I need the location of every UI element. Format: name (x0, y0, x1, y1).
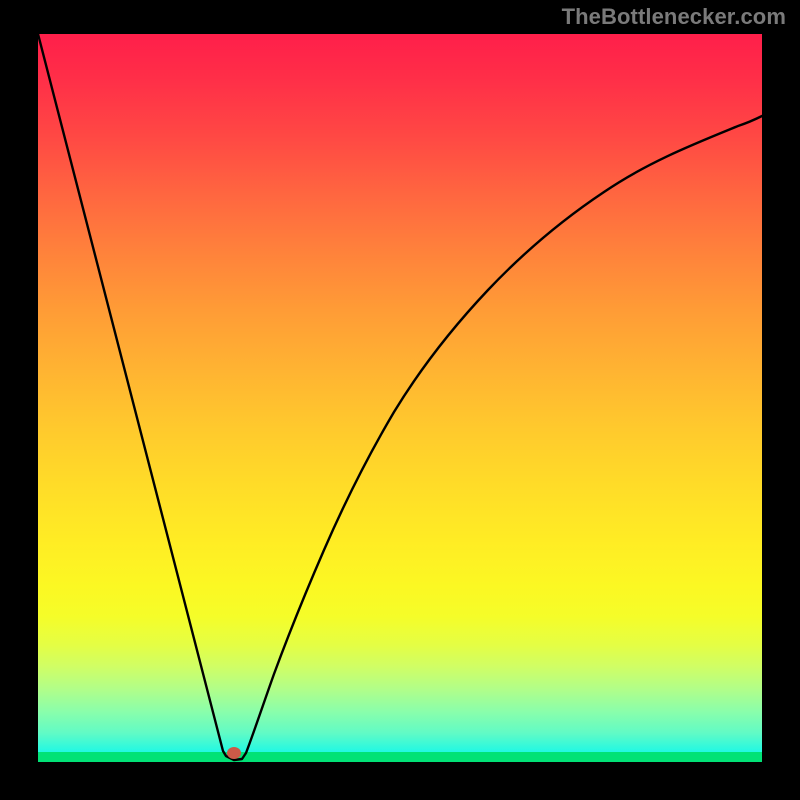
bottleneck-curve (38, 34, 762, 762)
watermark-text: TheBottlenecker.com (562, 4, 786, 30)
chart-frame: TheBottlenecker.com (0, 0, 800, 800)
plot-area (38, 34, 762, 762)
minimum-marker (227, 747, 241, 759)
